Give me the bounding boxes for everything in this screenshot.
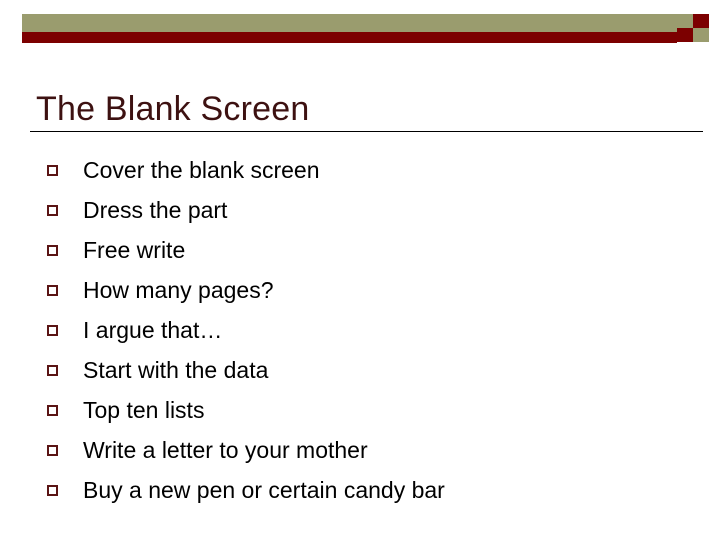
checker-cell-bottom-left: [677, 28, 693, 42]
list-item: Buy a new pen or certain candy bar: [44, 470, 704, 510]
list-item-label: Start with the data: [83, 357, 269, 383]
list-item: How many pages?: [44, 270, 704, 310]
slide-bullet-list: Cover the blank screen Dress the part Fr…: [44, 150, 704, 510]
square-bullet-icon: [47, 165, 58, 176]
square-bullet-icon: [47, 365, 58, 376]
checker-cell-top-right: [693, 14, 709, 28]
list-item: Dress the part: [44, 190, 704, 230]
square-bullet-icon: [47, 205, 58, 216]
list-item-label: Write a letter to your mother: [83, 437, 368, 463]
list-item: Write a letter to your mother: [44, 430, 704, 470]
square-bullet-icon: [47, 445, 58, 456]
slide-header-banner: [0, 0, 720, 56]
slide-title: The Blank Screen: [36, 89, 310, 128]
square-bullet-icon: [47, 325, 58, 336]
list-item-label: Top ten lists: [83, 397, 205, 423]
square-bullet-icon: [47, 485, 58, 496]
list-item-label: Buy a new pen or certain candy bar: [83, 477, 445, 503]
list-item: Free write: [44, 230, 704, 270]
list-item-label: How many pages?: [83, 277, 274, 303]
list-item: I argue that…: [44, 310, 704, 350]
banner-maroon-bar: [22, 32, 677, 43]
list-item: Top ten lists: [44, 390, 704, 430]
list-item: Start with the data: [44, 350, 704, 390]
square-bullet-icon: [47, 405, 58, 416]
square-bullet-icon: [47, 285, 58, 296]
checker-cell-bottom-right: [693, 28, 709, 42]
list-item-label: Free write: [83, 237, 186, 263]
list-item-label: Cover the blank screen: [83, 157, 320, 183]
list-item: Cover the blank screen: [44, 150, 704, 190]
presentation-slide: The Blank Screen Cover the blank screen …: [0, 0, 720, 540]
list-item-label: I argue that…: [83, 317, 223, 343]
list-item-label: Dress the part: [83, 197, 228, 223]
banner-checker-accent: [677, 14, 710, 43]
title-divider-rule: [30, 131, 703, 132]
checker-cell-top-left: [677, 14, 693, 28]
square-bullet-icon: [47, 245, 58, 256]
banner-olive-bar: [22, 14, 677, 32]
